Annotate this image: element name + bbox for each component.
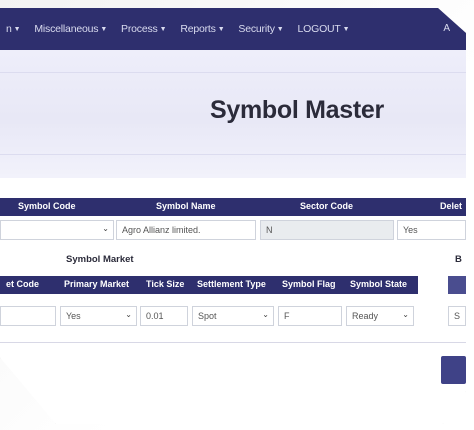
top-navbar: n ▼ Miscellaneous ▼ Process ▼ Reports ▼ Secu… bbox=[0, 8, 466, 50]
header-market-code: et Code bbox=[6, 279, 40, 289]
settlement-type-select[interactable]: Spot ⌄ bbox=[192, 306, 274, 326]
caret-down-icon: ▼ bbox=[13, 26, 21, 33]
section-label-symbol-market: Symbol Market bbox=[66, 254, 134, 265]
section-divider bbox=[0, 342, 466, 343]
tick-size-input[interactable]: 0.01 bbox=[140, 306, 188, 326]
banner-divider bbox=[0, 72, 466, 73]
symbol-state-select[interactable]: Ready ⌄ bbox=[346, 306, 414, 326]
header-delete: Delet bbox=[440, 201, 463, 211]
caret-down-icon: ▼ bbox=[217, 26, 225, 33]
header-symbol-flag: Symbol Flag bbox=[282, 279, 336, 289]
header-tick-size: Tick Size bbox=[146, 279, 185, 289]
symbol-flag-input[interactable]: F bbox=[278, 306, 342, 326]
nav-item-process[interactable]: Process ▼ bbox=[121, 23, 166, 35]
nav-item-reports[interactable]: Reports ▼ bbox=[180, 23, 224, 35]
delete-select[interactable]: Yes bbox=[397, 220, 466, 240]
page-title: Symbol Master bbox=[210, 96, 384, 124]
header-primary-market: Primary Market bbox=[64, 279, 130, 289]
chevron-down-icon: ⌄ bbox=[402, 310, 409, 319]
chevron-down-icon: ⌄ bbox=[102, 224, 109, 233]
symbol-code-select[interactable]: ⌄ bbox=[0, 220, 114, 240]
nav-item-security[interactable]: Security ▼ bbox=[238, 23, 283, 35]
market-code-input[interactable] bbox=[0, 306, 56, 326]
caret-down-icon: ▼ bbox=[342, 26, 350, 33]
primary-market-select[interactable]: Yes ⌄ bbox=[60, 306, 137, 326]
section-label-right: B bbox=[455, 254, 462, 265]
header-settlement-type: Settlement Type bbox=[197, 279, 266, 289]
banner-divider bbox=[0, 154, 466, 155]
caret-down-icon: ▼ bbox=[159, 26, 167, 33]
symbol-name-input[interactable]: Agro Allianz limited. bbox=[116, 220, 256, 240]
chevron-down-icon: ⌄ bbox=[262, 310, 269, 319]
right-panel-header bbox=[448, 276, 466, 294]
screen: n ▼ Miscellaneous ▼ Process ▼ Reports ▼ Secu… bbox=[0, 0, 474, 430]
caret-down-icon: ▼ bbox=[276, 26, 284, 33]
nav-item-miscellaneous[interactable]: Miscellaneous ▼ bbox=[34, 23, 107, 35]
page-header-banner: Symbol Master bbox=[0, 50, 466, 178]
market-table-header: et Code Primary Market Tick Size Settlem… bbox=[0, 276, 418, 294]
caret-down-icon: ▼ bbox=[100, 26, 108, 33]
action-button[interactable] bbox=[441, 356, 466, 384]
nav-item-logout[interactable]: LOGOUT ▼ bbox=[298, 23, 350, 35]
right-panel-input[interactable]: S bbox=[448, 306, 466, 326]
header-symbol-code: Symbol Code bbox=[18, 201, 76, 211]
header-symbol-name: Symbol Name bbox=[156, 201, 216, 211]
header-sector-code: Sector Code bbox=[300, 201, 354, 211]
chevron-down-icon: ⌄ bbox=[125, 310, 132, 319]
header-symbol-state: Symbol State bbox=[350, 279, 408, 289]
nav-user-initial[interactable]: A bbox=[443, 23, 450, 34]
sector-code-input: N bbox=[260, 220, 394, 240]
app-window: n ▼ Miscellaneous ▼ Process ▼ Reports ▼ Secu… bbox=[0, 8, 466, 424]
nav-item-partial[interactable]: n ▼ bbox=[6, 23, 21, 35]
symbol-table-header: Symbol Code Symbol Name Sector Code Dele… bbox=[0, 198, 466, 216]
